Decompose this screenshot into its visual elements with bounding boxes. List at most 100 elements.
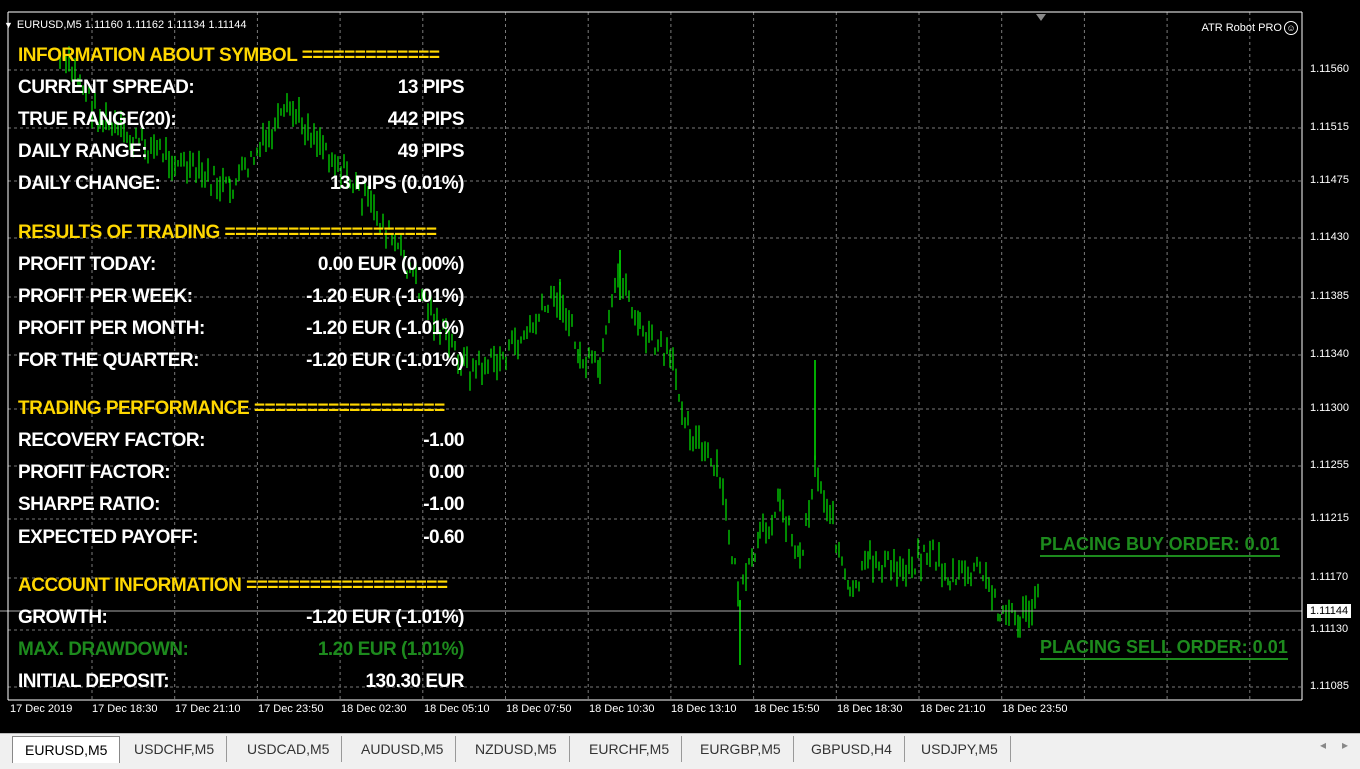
price-axis-label: 1.11170 (1310, 571, 1349, 583)
row-daily-change: DAILY CHANGE: 13 PIPS (0.01%) (18, 173, 465, 203)
dropdown-triangle-icon[interactable]: ▼ (4, 20, 13, 30)
tab-usdchf-m5[interactable]: USDCHF,M5 (122, 736, 228, 762)
row-profit-today: PROFIT TODAY: 0.00 EUR (0.00%) (18, 254, 465, 284)
price-axis-label: 1.11085 (1310, 680, 1349, 692)
tab-audusd-m5[interactable]: AUDUSD,M5 (349, 736, 457, 762)
row-label: GROWTH: (18, 607, 108, 628)
section-title: TRADING PERFORMANCE ================== (18, 398, 445, 419)
price-axis-label: 1.11340 (1310, 348, 1349, 360)
time-axis-label: 18 Dec 21:10 (920, 703, 986, 715)
row-profit-per-week: PROFIT PER WEEK: -1.20 EUR (-1.01%) (18, 286, 464, 316)
row-label: PROFIT PER WEEK: (18, 286, 193, 307)
row-growth: GROWTH: -1.20 EUR (-1.01%) (18, 607, 464, 637)
time-axis-label: 18 Dec 07:50 (506, 703, 572, 715)
row-label: TRUE RANGE(20): (18, 109, 177, 130)
row-value: 49 PIPS (397, 141, 465, 162)
price-axis-label: 1.11255 (1310, 459, 1349, 471)
section-title: ACCOUNT INFORMATION =================== (18, 575, 448, 596)
row-label: CURRENT SPREAD: (18, 77, 195, 98)
chart-shift-marker (1036, 14, 1046, 21)
time-axis-label: 17 Dec 23:50 (258, 703, 324, 715)
time-axis-label: 18 Dec 15:50 (754, 703, 820, 715)
row-value: 442 PIPS (387, 109, 465, 130)
section-trading-performance: TRADING PERFORMANCE ================== (18, 398, 464, 428)
section-title: RESULTS OF TRADING ==================== (18, 222, 437, 243)
price-axis-label: 1.11300 (1310, 402, 1349, 414)
time-axis-label: 17 Dec 2019 (10, 703, 73, 715)
tab-usdjpy-m5[interactable]: USDJPY,M5 (909, 736, 1011, 762)
row-label: DAILY CHANGE: (18, 173, 161, 194)
expert-advisor-label[interactable]: ATR Robot PRO ☺ (1201, 21, 1298, 35)
row-label: SHARPE RATIO: (18, 494, 160, 515)
row-value: -1.00 (423, 430, 464, 451)
tab-usdcad-m5[interactable]: USDCAD,M5 (235, 736, 343, 762)
price-axis-label: 1.11430 (1310, 231, 1349, 243)
row-expected-payoff: EXPECTED PAYOFF: -0.60 (18, 527, 464, 557)
row-value: -1.20 EUR (-1.01%) (306, 350, 464, 371)
row-value: 0.00 (429, 462, 464, 483)
row-recovery-factor: RECOVERY FACTOR: -1.00 (18, 430, 464, 460)
time-axis-label: 18 Dec 10:30 (589, 703, 655, 715)
symbol-header: ▼ EURUSD,M5 1.11160 1.11162 1.11134 1.111… (4, 19, 246, 31)
row-label: RECOVERY FACTOR: (18, 430, 205, 451)
row-value: 0.00 EUR (0.00%) (317, 254, 465, 275)
row-label: DAILY RANGE: (18, 141, 148, 162)
price-axis-label: 1.11130 (1310, 623, 1349, 635)
row-value: 1.20 EUR (1.01%) (317, 639, 465, 660)
time-axis-label: 18 Dec 18:30 (837, 703, 903, 715)
tab-scroll-right-icon[interactable]: ▸ (1342, 738, 1348, 752)
section-title: INFORMATION ABOUT SYMBOL ============= (18, 45, 440, 66)
row-label: EXPECTED PAYOFF: (18, 527, 198, 548)
current-price-box: 1.11144 (1306, 603, 1353, 619)
row-value: 13 PIPS (397, 77, 465, 98)
row-value: -1.20 EUR (-1.01%) (306, 318, 464, 339)
row-value: -1.20 EUR (-1.01%) (306, 286, 464, 307)
row-for-the-quarter: FOR THE QUARTER: -1.20 EUR (-1.01%) (18, 350, 464, 380)
price-axis-label: 1.11475 (1310, 174, 1349, 186)
symbol-tab-bar: EURUSD,M5 USDCHF,M5 USDCAD,M5 AUDUSD,M5 NZDU… (0, 733, 1360, 769)
tab-eurusd-m5[interactable]: EURUSD,M5 (12, 736, 121, 763)
row-value: -0.60 (423, 527, 464, 548)
section-results-of-trading: RESULTS OF TRADING ==================== (18, 222, 464, 252)
symbol-header-text: EURUSD,M5 1.11160 1.11162 1.11134 1.1114… (16, 19, 247, 31)
tab-eurgbp-m5[interactable]: EURGBP,M5 (688, 736, 794, 762)
section-account-information: ACCOUNT INFORMATION =================== (18, 575, 464, 605)
time-axis-label: 18 Dec 05:10 (424, 703, 490, 715)
time-axis-label: 17 Dec 21:10 (175, 703, 241, 715)
row-value: -1.00 (423, 494, 464, 515)
row-sharpe-ratio: SHARPE RATIO: -1.00 (18, 494, 464, 524)
ea-name-text: ATR Robot PRO (1201, 21, 1283, 34)
row-value: 13 PIPS (0.01%) (329, 173, 465, 194)
chart-window[interactable]: ▼ EURUSD,M5 1.11160 1.11162 1.11134 1.111… (0, 0, 1360, 733)
placing-buy-order-label: PLACING BUY ORDER: 0.01 (1040, 534, 1280, 557)
tab-gbpusd-h4[interactable]: GBPUSD,H4 (799, 736, 905, 762)
smiley-icon: ☺ (1284, 21, 1298, 35)
row-label: MAX. DRAWDOWN: (18, 639, 189, 660)
row-label: PROFIT TODAY: (18, 254, 156, 275)
row-label: PROFIT PER MONTH: (18, 318, 205, 339)
row-max-drawdown: MAX. DRAWDOWN: 1.20 EUR (1.01%) (18, 639, 465, 669)
row-value: 130.30 EUR (365, 671, 464, 692)
tab-eurchf-m5[interactable]: EURCHF,M5 (577, 736, 683, 762)
row-label: INITIAL DEPOSIT: (18, 671, 170, 692)
row-profit-per-month: PROFIT PER MONTH: -1.20 EUR (-1.01%) (18, 318, 464, 348)
row-initial-deposit: INITIAL DEPOSIT: 130.30 EUR (18, 671, 464, 701)
row-profit-factor: PROFIT FACTOR: 0.00 (18, 462, 464, 492)
row-true-range: TRUE RANGE(20): 442 PIPS (18, 109, 465, 139)
row-daily-range: DAILY RANGE: 49 PIPS (18, 141, 465, 171)
time-axis-label: 18 Dec 23:50 (1002, 703, 1068, 715)
price-axis-label: 1.11385 (1310, 290, 1349, 302)
price-axis-label: 1.11515 (1310, 121, 1349, 133)
section-symbol-info: INFORMATION ABOUT SYMBOL ============= (18, 45, 464, 75)
row-current-spread: CURRENT SPREAD: 13 PIPS (18, 77, 465, 107)
price-axis-label: 1.11215 (1310, 512, 1349, 524)
row-label: FOR THE QUARTER: (18, 350, 199, 371)
time-axis-label: 18 Dec 02:30 (341, 703, 407, 715)
row-value: -1.20 EUR (-1.01%) (306, 607, 464, 628)
tab-scroll-left-icon[interactable]: ◂ (1320, 738, 1326, 752)
placing-sell-order-label: PLACING SELL ORDER: 0.01 (1040, 637, 1288, 660)
tab-nzdusd-m5[interactable]: NZDUSD,M5 (463, 736, 570, 762)
time-axis-label: 18 Dec 13:10 (671, 703, 737, 715)
price-axis-label: 1.11560 (1310, 63, 1349, 75)
time-axis-label: 17 Dec 18:30 (92, 703, 158, 715)
